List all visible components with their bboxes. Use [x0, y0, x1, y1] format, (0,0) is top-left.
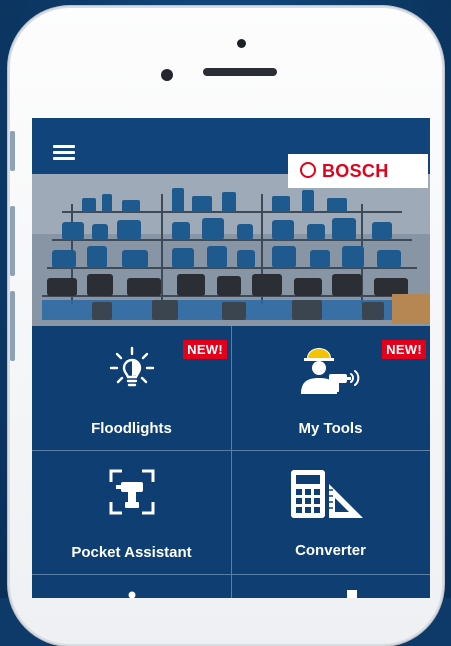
proximity-sensor — [237, 39, 246, 48]
bosch-armature-icon — [300, 162, 316, 178]
tile-label: Pocket Assistant — [71, 544, 192, 561]
front-camera — [161, 69, 173, 81]
new-badge: NEW! — [183, 340, 227, 359]
tile-converter[interactable]: Converter — [231, 450, 430, 574]
tile-partial[interactable] — [32, 574, 231, 598]
settings-icon — [347, 590, 357, 598]
tile-floodlights[interactable]: NEW! Floodlights — [32, 326, 231, 450]
bosch-logo: BOSCH — [288, 154, 428, 188]
drill-scan-icon — [109, 469, 155, 515]
earpiece-speaker — [203, 68, 277, 76]
phone-side-button — [10, 291, 15, 361]
calculator-ruler-icon — [291, 470, 363, 518]
worker-drill-icon — [301, 348, 360, 394]
app-screen: BOSCH NEW! Floodlights NEW! My Tools Poc… — [32, 118, 430, 598]
feature-grid: NEW! Floodlights NEW! My Tools Pocket As… — [32, 326, 430, 598]
power-tools-collection-image — [32, 174, 430, 326]
tile-my-tools[interactable]: NEW! My Tools — [231, 326, 430, 450]
brand-name: BOSCH — [322, 161, 389, 181]
new-badge: NEW! — [382, 340, 426, 359]
phone-side-button — [10, 206, 15, 276]
tile-label: Floodlights — [91, 420, 172, 437]
tile-label: Converter — [295, 542, 366, 559]
tile-partial[interactable] — [231, 574, 430, 598]
hero-image — [32, 174, 430, 326]
floodlight-icon — [109, 346, 155, 387]
tile-pocket-assistant[interactable]: Pocket Assistant — [32, 450, 231, 574]
phone-side-button — [10, 131, 15, 171]
hamburger-menu-icon[interactable] — [53, 145, 75, 161]
info-icon — [128, 591, 136, 598]
tile-label: My Tools — [298, 420, 363, 437]
